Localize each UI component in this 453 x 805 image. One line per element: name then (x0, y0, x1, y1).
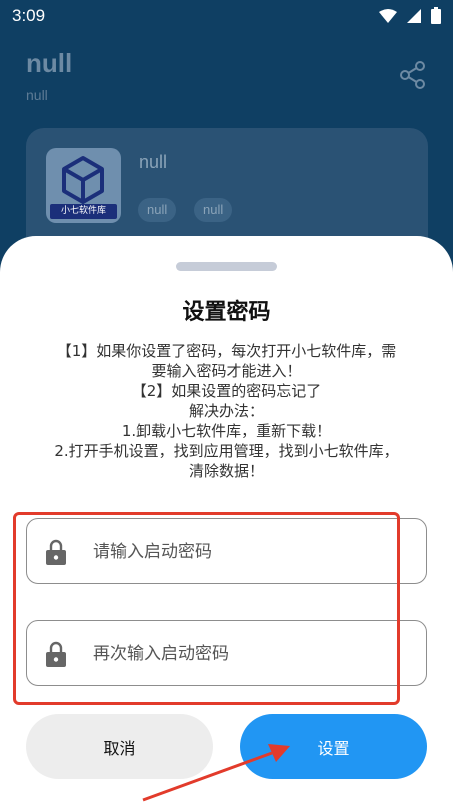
description-line: 清除数据！ (188, 462, 264, 480)
password-input[interactable] (91, 519, 415, 584)
tag-chip: null (138, 198, 177, 222)
tag-chip: null (194, 198, 233, 222)
set-button[interactable]: 设置 (240, 714, 427, 779)
description-line: 1.卸载小七软件库，重新下载！ (121, 422, 332, 440)
status-bar: 3:09 (0, 0, 453, 32)
status-time: 3:09 (12, 6, 46, 25)
password-field[interactable] (26, 518, 427, 584)
battery-icon (431, 7, 441, 24)
share-icon (400, 61, 425, 89)
app-name: null (139, 152, 168, 172)
drag-handle[interactable] (176, 262, 277, 271)
description-line: 要输入密码才能进入！ (151, 362, 302, 380)
confirm-password-field[interactable] (26, 620, 427, 686)
description-line: 解决办法： (188, 402, 264, 420)
description-line: 【1】如果你设置了密码，每次打开小七软件库，需 (56, 342, 397, 360)
cancel-button[interactable]: 取消 (26, 714, 213, 779)
status-icons (379, 7, 441, 24)
lock-icon (46, 641, 66, 667)
app-subtitle: null (26, 87, 48, 103)
app-icon-label: 小七软件库 (50, 204, 117, 219)
confirm-password-input[interactable] (91, 621, 415, 686)
app-title: null (26, 48, 73, 78)
cellular-signal-icon (407, 8, 421, 23)
app-icon: 小七软件库 (46, 148, 121, 223)
share-button[interactable] (398, 60, 428, 90)
dialog-description: 【1】如果你设置了密码，每次打开小七软件库，需 要输入密码才能进入！ 【2】如果… (20, 341, 433, 481)
dialog-title: 设置密码 (182, 300, 271, 325)
wifi-icon (379, 8, 397, 23)
description-line: 2.打开手机设置，找到应用管理，找到小七软件库， (54, 442, 399, 460)
lock-icon (46, 539, 66, 565)
description-line: 【2】如果设置的密码忘记了 (131, 382, 322, 400)
